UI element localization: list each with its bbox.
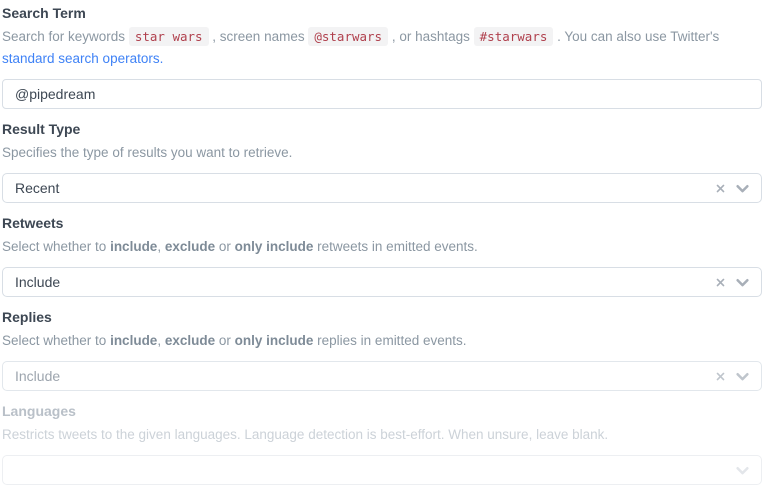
code-example-hashtag: #starwars [474,27,554,46]
field-retweets: Retweets Select whether to include, excl… [2,216,762,297]
chevron-down-icon[interactable] [735,275,750,290]
source-config-form: Search Term Search for keywords star war… [0,0,768,485]
code-example-screen-name: @starwars [308,27,388,46]
languages-select [2,455,762,485]
result-type-selected-value: Recent [15,180,59,196]
retweets-selected-value: Include [15,274,60,290]
result-type-label: Result Type [2,122,762,137]
select-icons [715,181,750,196]
replies-description: Select whether to include, exclude or on… [2,330,762,352]
desc-text: Select whether to [2,333,110,348]
field-search-term: Search Term Search for keywords star war… [2,6,762,109]
desc-text: Select whether to [2,239,110,254]
languages-label: Languages [2,404,762,419]
desc-text: replies in emitted events. [313,333,466,348]
desc-text: , or hashtags [388,29,474,44]
desc-bold: include [110,333,157,348]
desc-bold: include [110,239,157,254]
desc-text: . You can also use Twitter's [553,29,719,44]
chevron-down-icon [735,463,750,478]
retweets-label: Retweets [2,216,762,231]
search-term-description: Search for keywords star wars , screen n… [2,26,762,70]
desc-bold: only include [235,333,314,348]
desc-text: retweets in emitted events. [313,239,477,254]
result-type-select[interactable]: Recent [2,173,762,203]
retweets-description: Select whether to include, exclude or on… [2,236,762,258]
select-icons [715,275,750,290]
code-example-keyword: star wars [129,27,209,46]
search-term-label: Search Term [2,6,762,21]
desc-text: Search for keywords [2,29,129,44]
desc-text: or [215,333,235,348]
chevron-down-icon[interactable] [735,181,750,196]
retweets-select[interactable]: Include [2,267,762,297]
desc-text: , screen names [209,29,309,44]
desc-text: , [157,333,165,348]
field-replies: Replies Select whether to include, exclu… [2,310,762,391]
clear-icon[interactable] [715,371,726,382]
replies-select[interactable]: Include [2,361,762,391]
desc-bold: exclude [165,333,215,348]
desc-text: , [157,239,165,254]
desc-bold: only include [235,239,314,254]
search-term-input[interactable] [2,79,762,109]
replies-selected-value: Include [15,368,60,384]
field-languages: Languages Restricts tweets to the given … [2,404,762,485]
chevron-down-icon[interactable] [735,369,750,384]
field-result-type: Result Type Specifies the type of result… [2,122,762,203]
result-type-description: Specifies the type of results you want t… [2,142,762,164]
select-icons [715,369,750,384]
replies-label: Replies [2,310,762,325]
search-operators-link[interactable]: standard search operators. [2,51,163,66]
select-icons [735,463,750,478]
desc-text: or [215,239,235,254]
languages-description: Restricts tweets to the given languages.… [2,424,762,446]
clear-icon[interactable] [715,277,726,288]
clear-icon[interactable] [715,183,726,194]
desc-bold: exclude [165,239,215,254]
